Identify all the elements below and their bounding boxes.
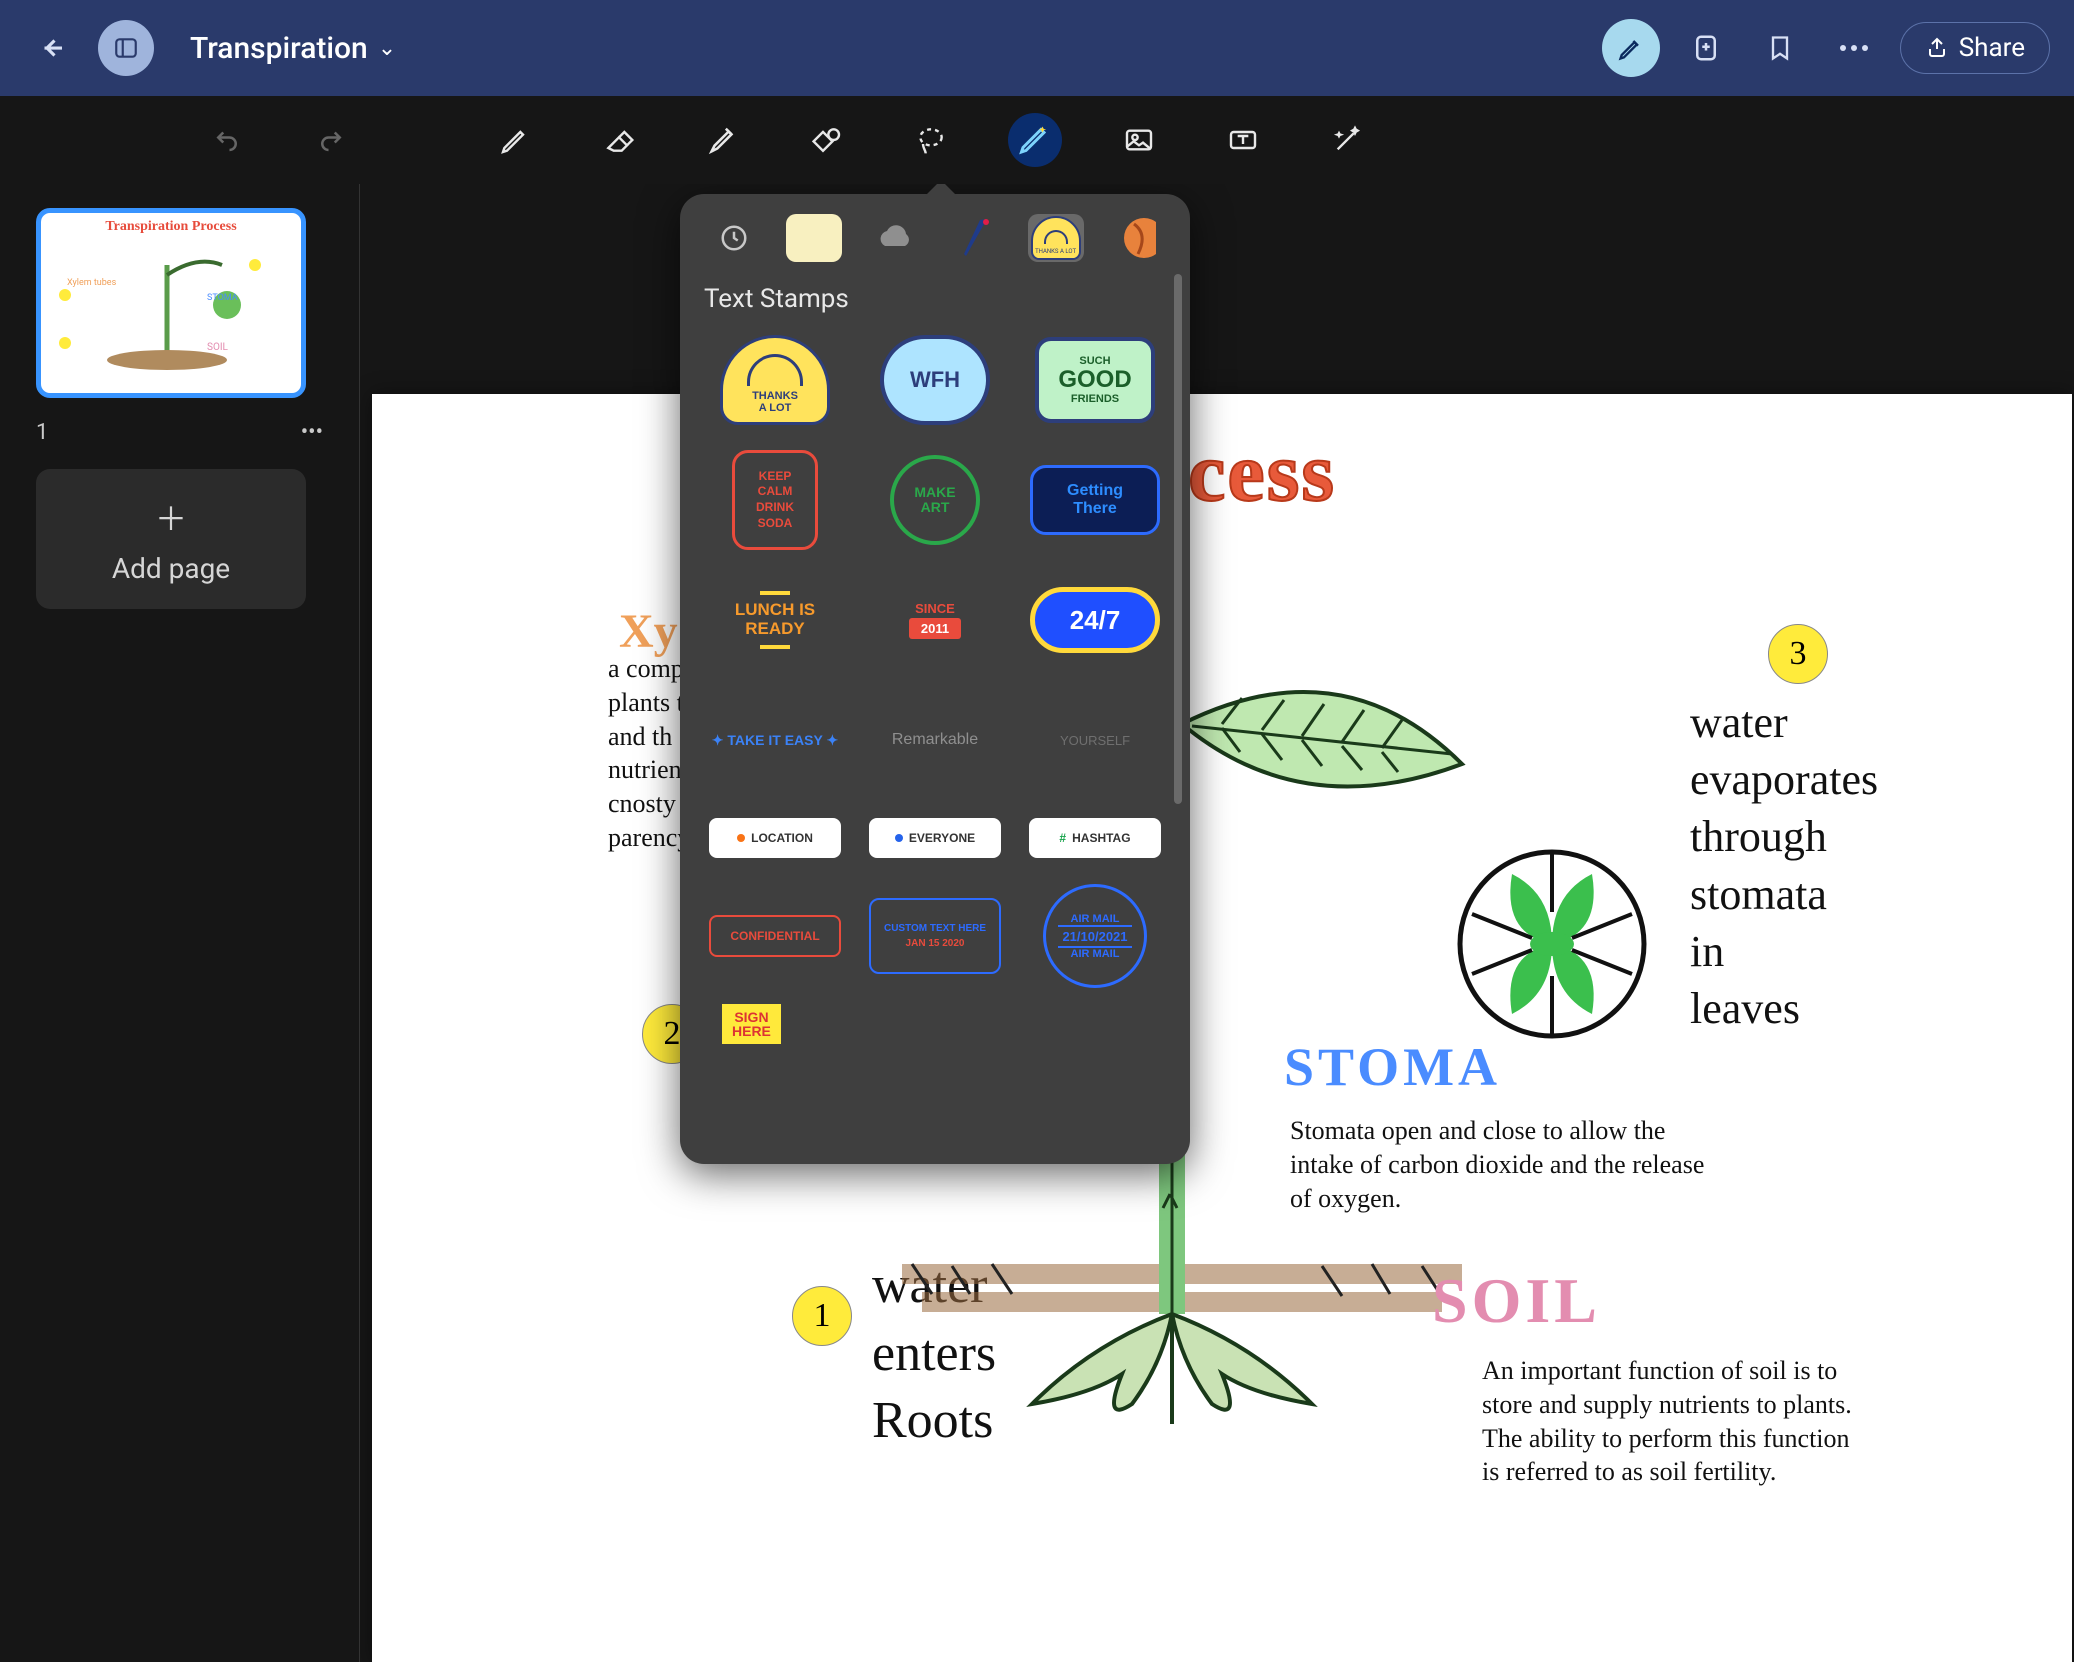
thumb-title: Transpiration Process [47,219,295,235]
sticker-take-it-easy[interactable]: ✦ TAKE IT EASY ✦ [700,688,850,792]
pen-heart-tab-icon[interactable] [947,214,1003,262]
step3-note: water evaporates through stomata in leav… [1690,694,1878,1037]
lasso-tool-icon[interactable] [904,113,958,167]
sticker-remarkable[interactable]: Remarkable [860,688,1010,792]
step-circle-1: 1 [792,1286,852,1346]
sticker-category-tabs: THANKS A LOT [698,210,1172,278]
sticker-wfh[interactable]: WFH [860,328,1010,432]
add-document-icon[interactable] [1678,20,1734,76]
edit-mode-badge-icon[interactable] [1602,19,1660,77]
top-app-bar: Transpiration ⌄ Share [0,0,2074,96]
sticker-air-mail[interactable]: AIR MAIL 21/10/2021 AIR MAIL [1020,884,1170,988]
main-area: Transpiration Process Xylem tubes STOMA … [0,184,2074,1662]
document-title-dropdown[interactable]: Transpiration ⌄ [190,31,396,66]
recent-tab-icon[interactable] [706,214,762,262]
step-circle-3: 3 [1768,624,1828,684]
eraser-tool-icon[interactable] [592,113,646,167]
sticker-since-2011[interactable]: SINCE2011 [860,568,1010,672]
sticker-everyone-chip[interactable]: EVERYONE [860,808,1010,868]
add-page-button[interactable]: ＋ Add page [36,469,306,609]
sticker-grid: THANKS A LOT WFH SUCH GOOD FRIENDS KEEP … [698,328,1172,1044]
sticker-yourself[interactable]: YOURSELF [1020,688,1170,792]
sticker-keep-calm[interactable]: KEEP CALM DRINK SODA [700,448,850,552]
sticker-make-art[interactable]: MAKE ART [860,448,1010,552]
sticky-note-tab-icon[interactable] [786,214,842,262]
page-number: 1 [36,420,48,445]
sticker-good-friends[interactable]: SUCH GOOD FRIENDS [1020,328,1170,432]
back-arrow-icon[interactable] [24,20,80,76]
chevron-down-icon: ⌄ [378,36,396,61]
bookmark-icon[interactable] [1752,20,1808,76]
sticker-getting-there[interactable]: Getting There [1020,448,1170,552]
thumb-footer: 1 ••• [36,420,323,445]
redo-icon[interactable] [304,113,358,167]
image-tool-icon[interactable] [1112,113,1166,167]
highlighter-tool-icon[interactable] [696,113,750,167]
sticker-hashtag-chip[interactable]: #HASHTAG [1020,808,1170,868]
objects-tab-icon[interactable] [1108,214,1164,262]
soil-label: SOIL [1432,1264,1601,1338]
popover-title: Text Stamps [704,284,1166,314]
stoma-note: Stomata open and close to allow the inta… [1290,1114,1710,1215]
plus-icon: ＋ [155,494,187,540]
text-box-tool-icon[interactable] [1216,113,1270,167]
page-thumbnail[interactable]: Transpiration Process Xylem tubes STOMA … [36,208,306,398]
xylem-note: a comp plants t and th nutrient cnosty p… [608,652,690,855]
canvas-viewport[interactable]: ion Process Xy a comp plants t and th nu… [360,184,2074,1662]
shape-tool-icon[interactable] [800,113,854,167]
share-label: Share [1959,33,2025,63]
document-title-text: Transpiration [190,31,368,66]
cloud-tab-icon[interactable] [867,214,923,262]
more-menu-icon[interactable] [1826,20,1882,76]
text-stamps-tab-icon[interactable]: THANKS A LOT [1028,214,1084,262]
undo-icon[interactable] [200,113,254,167]
tool-toolbar [0,96,2074,184]
svg-text:STOMA: STOMA [207,293,238,303]
sticker-24-7[interactable]: 24/7 [1020,568,1170,672]
svg-text:SOIL: SOIL [207,342,229,353]
sticker-confidential[interactable]: CONFIDENTIAL [700,884,850,988]
wand-tool-icon[interactable] [1320,113,1374,167]
pen-tool-icon[interactable] [488,113,542,167]
sticker-lunch-ready[interactable]: LUNCH IS READY [700,568,850,672]
topbar-right-group: Share [1602,19,2050,77]
soil-note: An important function of soil is to stor… [1482,1354,1872,1489]
sticker-sign-here[interactable]: SIGN HERE [700,1004,850,1044]
page-options-icon[interactable]: ••• [301,420,323,445]
svg-text:Xylem tubes: Xylem tubes [67,278,117,288]
topbar-left-group: Transpiration ⌄ [24,20,396,76]
sticker-location-chip[interactable]: LOCATION [700,808,850,868]
sticker-popover: THANKS A LOT Text Stamps THANKS A LOT WF… [680,194,1190,1164]
sticker-thanks-a-lot[interactable]: THANKS A LOT [700,328,850,432]
share-button[interactable]: Share [1900,22,2050,74]
sticker-custom-text[interactable]: CUSTOM TEXT HEREJAN 15 2020 [860,884,1010,988]
xylem-label: Xy [619,604,678,659]
popover-scrollbar[interactable] [1174,274,1182,804]
share-arrow-icon [1925,36,1949,60]
pages-sidebar: Transpiration Process Xylem tubes STOMA … [0,184,360,1662]
stoma-label: STOMA [1284,1036,1501,1098]
pages-panel-icon[interactable] [98,20,154,76]
sticker-tool-icon[interactable] [1008,113,1062,167]
stoma-diagram-icon [1452,844,1652,1044]
thumb-sketch-icon: Xylem tubes STOMA SOIL [47,235,297,385]
note-page[interactable]: ion Process Xy a comp plants t and th nu… [372,394,2072,1662]
add-page-label: Add page [112,552,230,585]
